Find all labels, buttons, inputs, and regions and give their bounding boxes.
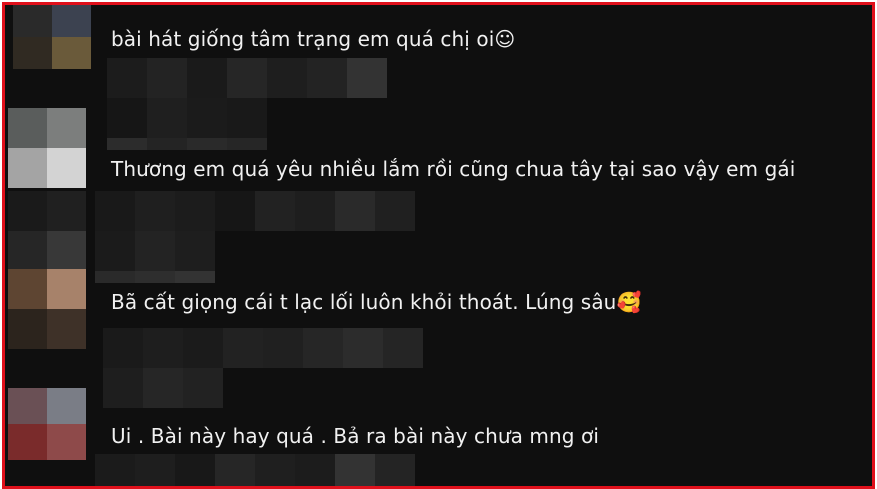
blurred-actions <box>107 138 267 150</box>
blurred-metadata <box>107 98 267 138</box>
comment-text: Bã cất giọng cái t lạc lối luôn khỏi tho… <box>111 290 641 314</box>
avatar[interactable] <box>8 388 86 460</box>
blurred-username <box>95 454 415 486</box>
comment-body: Ui . Bài này hay quá . Bả ra bài này chư… <box>111 424 600 448</box>
blurred-actions <box>95 271 215 283</box>
comment-text: bài hát giống tâm trạng em quá chị oi☺ <box>111 27 515 51</box>
blurred-username <box>107 58 387 98</box>
blurred-metadata <box>103 368 223 408</box>
comment-panel: bài hát giống tâm trạng em quá chị oi☺ T… <box>2 2 875 489</box>
comment-body: Bã cất giọng cái t lạc lối luôn khỏi tho… <box>111 290 617 314</box>
blurred-username <box>103 328 423 368</box>
smile-emoji-icon: ☺ <box>494 27 516 51</box>
avatar[interactable] <box>13 5 91 69</box>
comment-body: Thương em quá yêu nhiều lắm rồi cũng chu… <box>111 157 796 181</box>
comment-body: bài hát giống tâm trạng em quá chị oi <box>111 27 495 51</box>
avatar[interactable] <box>8 108 86 188</box>
avatar[interactable] <box>8 191 86 271</box>
avatar[interactable] <box>8 269 86 349</box>
smiling-face-hearts-emoji-icon: 🥰 <box>616 290 642 314</box>
blurred-metadata <box>95 231 215 271</box>
comment-text: Ui . Bài này hay quá . Bả ra bài này chư… <box>111 424 599 448</box>
blurred-username <box>95 191 415 231</box>
comment-text: Thương em quá yêu nhiều lắm rồi cũng chu… <box>111 157 795 181</box>
